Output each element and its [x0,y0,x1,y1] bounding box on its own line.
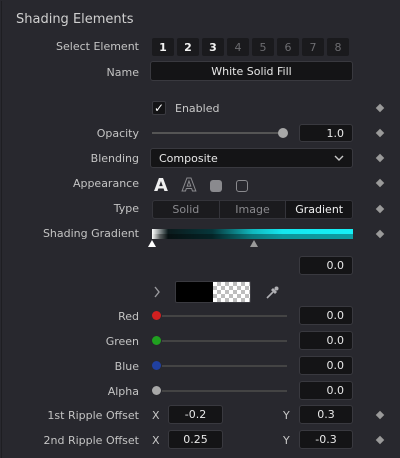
ripple1-y-label: Y [283,409,290,422]
enabled-checkbox[interactable]: ✓ [152,101,166,115]
type-label: Type [113,202,139,215]
type-option-gradient[interactable]: Gradient [286,201,352,218]
blue-slider-track[interactable] [162,365,287,367]
appearance-label: Appearance [72,177,139,190]
keyframe-diamond-icon[interactable] [375,103,385,113]
eyedropper-icon[interactable] [264,285,280,301]
alpha-slider-knob[interactable] [152,386,161,395]
element-button-6[interactable]: 6 [277,38,299,56]
blue-label: Blue [114,360,139,373]
ripple1-y-field[interactable]: 0.3 [299,405,353,424]
blending-value: Composite [159,151,218,165]
keyframe-diamond-icon[interactable] [375,435,385,445]
red-label: Red [118,310,139,323]
keyframe-diamond-icon[interactable] [375,178,385,188]
green-label: Green [105,335,139,348]
keyframe-diamond-icon[interactable] [375,410,385,420]
element-button-4[interactable]: 4 [227,38,249,56]
type-segmented-control: Solid Image Gradient [152,200,353,219]
ripple2-y-label: Y [283,434,290,447]
element-button-7[interactable]: 7 [302,38,324,56]
appearance-icons: A A [154,175,248,197]
opacity-field[interactable]: 1.0 [299,124,353,142]
name-field[interactable]: White Solid Fill [150,61,353,81]
green-slider-track[interactable] [162,340,287,342]
chevron-down-icon [334,155,344,161]
gradient-position-field[interactable]: 0.0 [299,256,353,275]
element-button-2[interactable]: 2 [177,38,199,56]
red-slider-knob[interactable] [152,311,161,320]
element-button-1[interactable]: 1 [152,38,174,56]
keyframe-diamond-icon[interactable] [375,204,385,214]
element-button-5[interactable]: 5 [252,38,274,56]
blending-dropdown[interactable]: Composite [150,148,353,168]
opacity-label: Opacity [96,127,139,140]
type-option-image[interactable]: Image [220,201,287,218]
opacity-slider-track[interactable] [152,132,285,134]
name-label: Name [106,66,139,79]
ripple2-label: 2nd Ripple Offset [43,434,139,447]
select-element-buttons: 1 2 3 4 5 6 7 8 [152,38,349,56]
shape-solid-icon[interactable] [209,179,222,192]
ripple1-x-label: X [152,409,160,422]
text-solid-icon[interactable]: A [154,175,168,196]
select-element-label: Select Element [56,40,139,53]
gradient-stop-marker-start[interactable] [148,240,156,247]
keyframe-diamond-icon[interactable] [375,153,385,163]
alpha-field[interactable]: 0.0 [299,381,353,400]
type-option-solid[interactable]: Solid [153,201,220,218]
color-swatch[interactable] [175,281,251,303]
ripple2-y-field[interactable]: -0.3 [299,430,353,449]
red-field[interactable]: 0.0 [299,306,353,325]
keyframe-diamond-icon[interactable] [375,128,385,138]
text-outline-icon[interactable]: A [181,175,196,197]
green-field[interactable]: 0.0 [299,331,353,350]
opacity-slider-knob[interactable] [278,128,288,138]
blending-label: Blending [90,152,139,165]
shading-gradient-label: Shading Gradient [42,227,139,240]
alpha-slider-track[interactable] [162,390,287,392]
green-slider-knob[interactable] [152,336,161,345]
blue-slider-knob[interactable] [152,361,161,370]
chevron-right-icon[interactable] [153,286,161,298]
red-slider-track[interactable] [162,315,287,317]
shading-elements-panel: Shading Elements Select Element 1 2 3 4 … [1,1,399,458]
blue-field[interactable]: 0.0 [299,356,353,375]
ripple2-x-label: X [152,434,160,447]
enabled-label: Enabled [175,102,220,115]
section-title: Shading Elements [16,12,134,27]
shape-outline-icon[interactable] [235,179,248,192]
gradient-stop-marker-mid[interactable] [250,240,258,247]
element-button-8[interactable]: 8 [327,38,349,56]
ripple1-label: 1st Ripple Offset [47,409,139,422]
ripple1-x-field[interactable]: -0.2 [168,405,223,424]
keyframe-diamond-icon[interactable] [375,229,385,239]
alpha-label: Alpha [107,385,139,398]
gradient-bar[interactable] [152,229,353,239]
element-button-3[interactable]: 3 [202,38,224,56]
ripple2-x-field[interactable]: 0.25 [168,430,223,449]
